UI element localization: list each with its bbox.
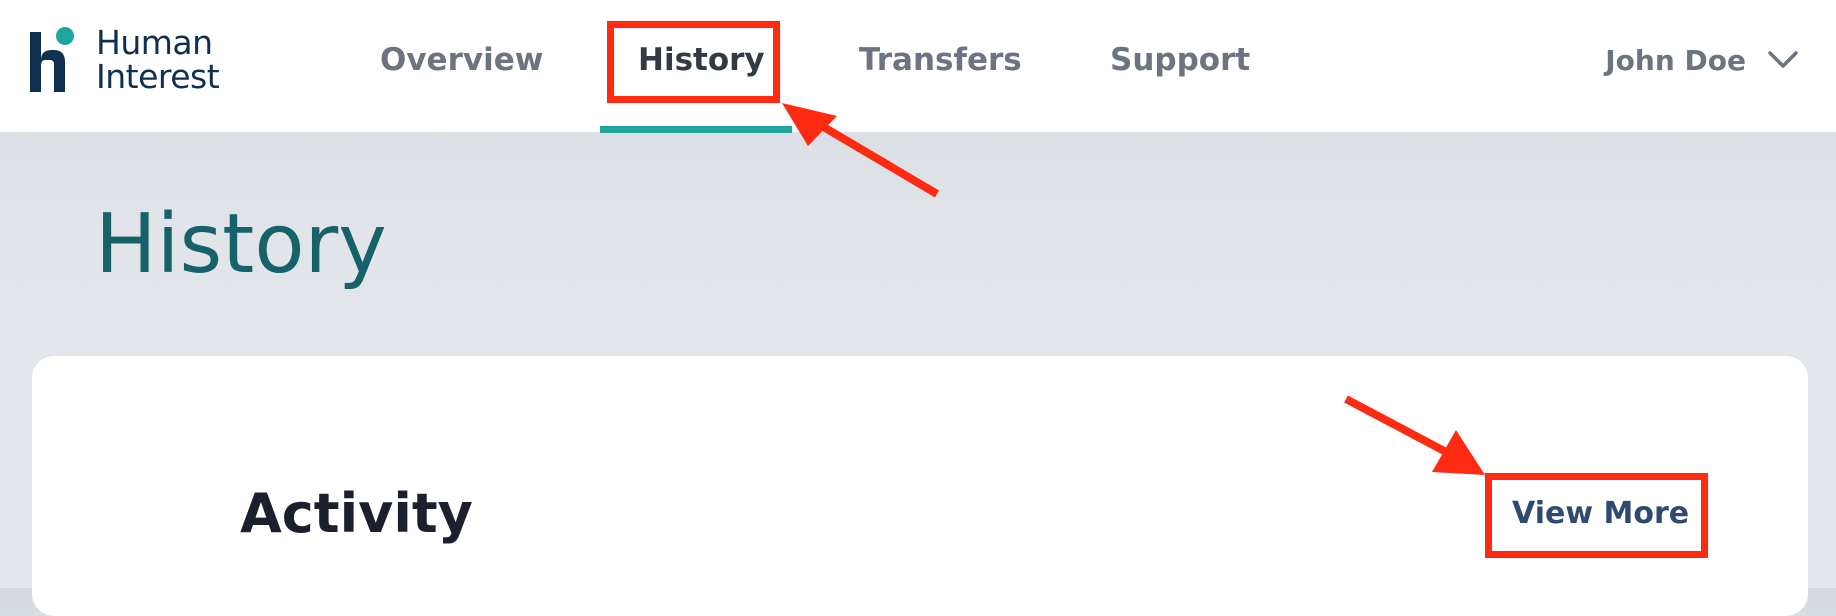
view-more-link[interactable]: View More [1512, 494, 1689, 534]
page-title: History [95, 197, 387, 292]
nav-tab-support[interactable]: Support [1110, 36, 1250, 84]
top-navigation-bar: Human Interest Overview History Transfer… [0, 0, 1836, 133]
user-name: John Doe [1605, 43, 1746, 77]
brand-wordmark-line-1: Human [96, 23, 213, 62]
arrow-to-history-tab [819, 122, 940, 198]
nav-tab-transfers[interactable]: Transfers [859, 36, 1022, 84]
nav-tab-overview[interactable]: Overview [380, 36, 543, 84]
brand-logo[interactable]: Human Interest [30, 26, 260, 96]
brand-wordmark: Human Interest [96, 23, 220, 96]
nav-tab-history[interactable]: History [638, 36, 765, 84]
chevron-down-icon[interactable] [1768, 50, 1798, 70]
user-menu[interactable]: John Doe [1605, 36, 1798, 84]
activity-title: Activity [240, 482, 473, 545]
activity-card: Activity View More [32, 356, 1808, 616]
active-tab-indicator [600, 126, 792, 133]
human-interest-logo-icon [30, 27, 74, 92]
brand-wordmark-line-2: Interest [96, 57, 220, 96]
